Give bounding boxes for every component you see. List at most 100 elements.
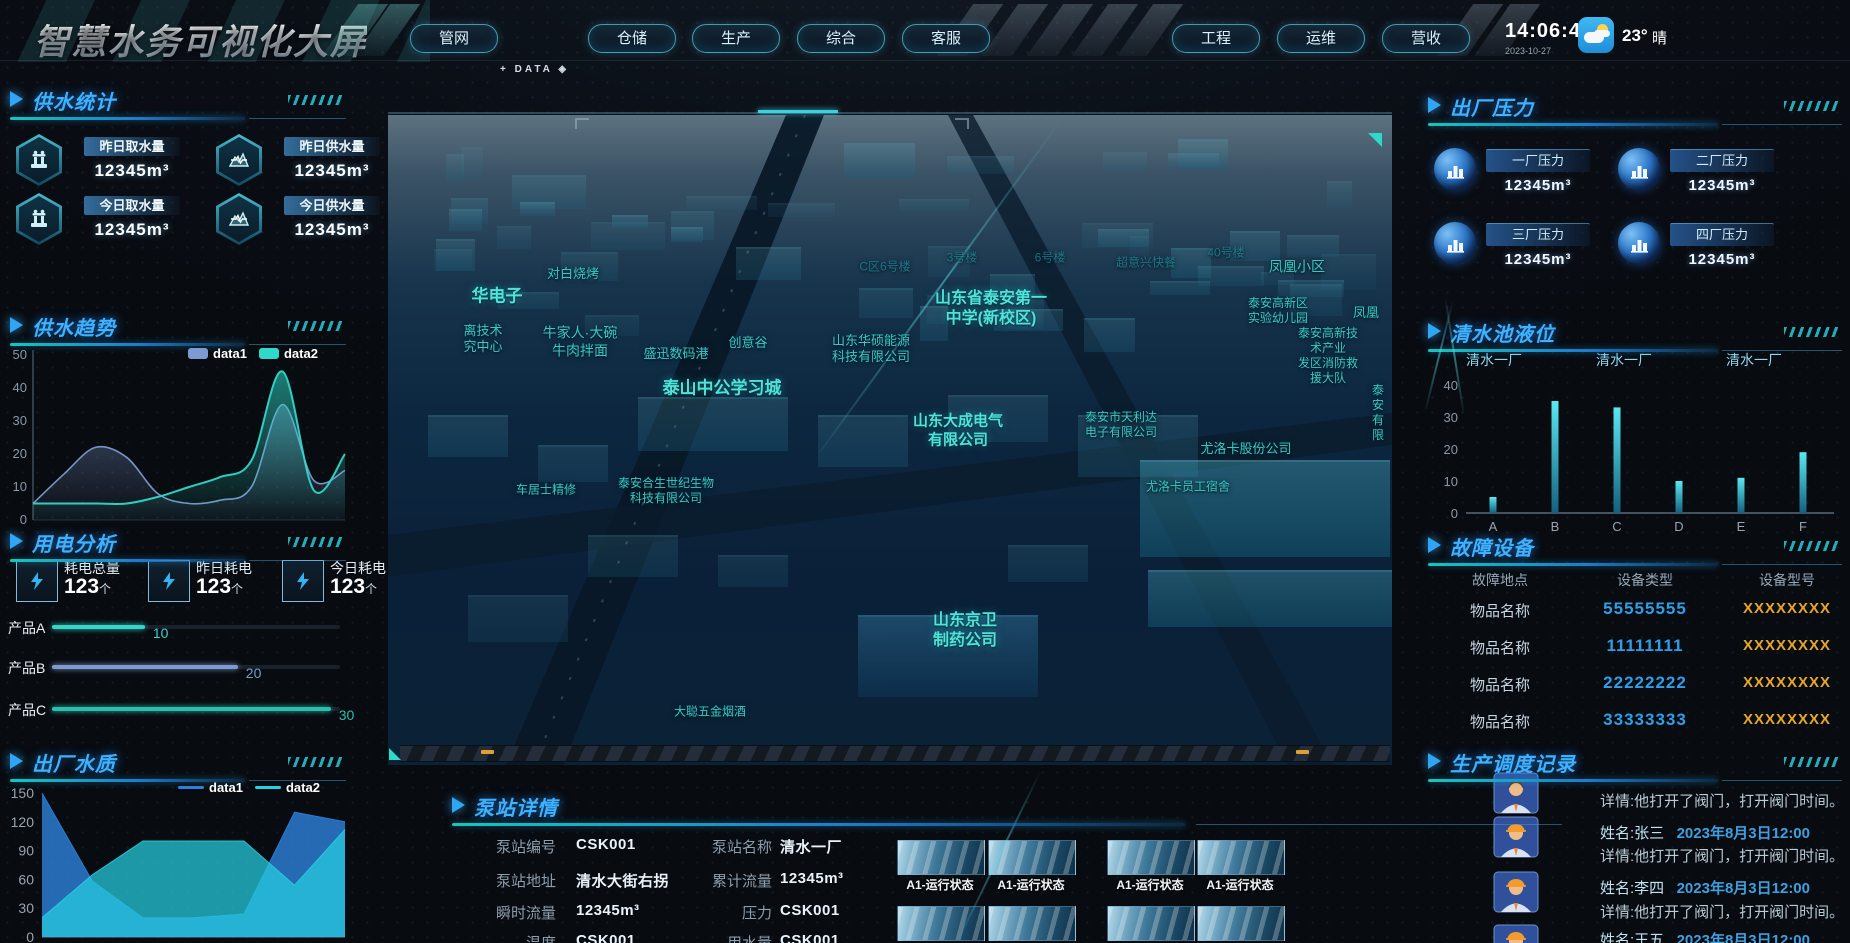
power-stat-value: 123个 xyxy=(64,575,111,599)
map-building xyxy=(588,535,678,577)
map-building xyxy=(1140,460,1390,557)
map-label: 对白烧烤 xyxy=(547,266,599,282)
panel-decor-icon xyxy=(288,95,344,105)
nav-tab-工程[interactable]: 工程 xyxy=(1172,24,1260,53)
power-stat-value: 123个 xyxy=(196,575,243,599)
map-building xyxy=(428,415,508,457)
power-unit: 个 xyxy=(99,582,111,596)
dispatch-detail: 详情:他打开了阀门，打开阀门时间。 xyxy=(1600,901,1844,922)
panel-arrow-icon xyxy=(452,797,465,813)
hazard-orange-dash xyxy=(1296,750,1309,754)
pump-field-value: CSK001 xyxy=(780,902,840,919)
svg-text:0: 0 xyxy=(1451,506,1458,521)
camera-video-thumb[interactable] xyxy=(1197,840,1285,875)
map-label: 凤凰小区 xyxy=(1269,258,1325,276)
product-bar-value: 30 xyxy=(339,707,355,723)
map-building xyxy=(461,147,482,181)
factory-pressure-icon xyxy=(1434,148,1476,190)
map-building xyxy=(497,226,532,249)
nav-tab-管网[interactable]: 管网 xyxy=(410,24,498,53)
map-label: 山东省泰安第一 中学(新校区) xyxy=(935,289,1047,329)
map-label: 泰安高新区 实验幼儿园 xyxy=(1248,296,1308,326)
water-supply-icon xyxy=(216,134,262,186)
fault-model: XXXXXXXX xyxy=(1743,674,1831,691)
map-building xyxy=(468,595,568,642)
pressure-value: 12345m³ xyxy=(1486,177,1590,194)
map-label: 尤洛卡员工宿舍 xyxy=(1146,480,1230,495)
panel-pump-title: 泵站详情 xyxy=(452,792,1562,826)
nav-tab-生产[interactable]: 生产 xyxy=(692,24,780,53)
nav-tab-营收[interactable]: 营收 xyxy=(1382,24,1470,53)
svg-text:30: 30 xyxy=(1444,410,1458,425)
panel-decor-icon xyxy=(1784,327,1840,337)
dispatch-detail: 详情:他打开了阀门，打开阀门时间。 xyxy=(1600,845,1844,866)
map-label: 6号楼 xyxy=(1035,251,1066,266)
camera-video-thumb[interactable] xyxy=(988,840,1076,875)
map-building xyxy=(612,215,648,227)
city-3d-map[interactable]: 华电子对白烧烤离技术 究中心牛家人·大碗 牛肉拌面盛迅数码港创意谷泰山中公学习城… xyxy=(388,115,1392,765)
map-label: 尤洛卡股份公司 xyxy=(1200,441,1291,457)
camera-video-thumb[interactable] xyxy=(897,840,985,875)
stat-label: 今日取水量 xyxy=(84,196,180,215)
product-bar-fill xyxy=(52,625,145,629)
map-label: 华电子 xyxy=(472,285,523,306)
nav-tab-综合[interactable]: 综合 xyxy=(797,24,885,53)
nav-tab-运维[interactable]: 运维 xyxy=(1277,24,1365,53)
map-building xyxy=(1278,280,1344,297)
camera-video-thumb[interactable] xyxy=(1107,840,1195,875)
dispatch-date: 2023年8月3日12:00 xyxy=(1677,822,1810,843)
map-label: 40号楼 xyxy=(1207,246,1244,261)
pressure-value: 12345m³ xyxy=(1670,251,1774,268)
fault-model: XXXXXXXX xyxy=(1743,711,1831,728)
pump-field-label: 温度 xyxy=(436,932,556,943)
power-bolt-icon xyxy=(148,560,190,602)
camera-video-thumb[interactable] xyxy=(1197,906,1285,941)
map-label: 超意兴快餐 xyxy=(1116,256,1176,271)
legend-label: data2 xyxy=(286,780,320,795)
svg-text:120: 120 xyxy=(11,814,35,830)
camera-video-thumb[interactable] xyxy=(1107,906,1195,941)
fault-type: 11111111 xyxy=(1606,636,1683,656)
map-label: 泰安 有限 xyxy=(1371,383,1385,443)
dispatch-name: 姓名:李四 xyxy=(1600,877,1664,898)
power-value: 123 xyxy=(196,575,231,598)
power-bolt-icon xyxy=(282,560,324,602)
map-building xyxy=(1148,570,1392,627)
hazard-orange-dash xyxy=(481,750,494,754)
legend-swatch xyxy=(178,786,204,789)
power-bolt-icon xyxy=(16,560,58,602)
nav-tab-仓储[interactable]: 仓储 xyxy=(588,24,676,53)
camera-video-thumb[interactable] xyxy=(988,906,1076,941)
panel-decor-icon xyxy=(1784,757,1840,767)
pump-field-value: CSK001 xyxy=(780,932,840,943)
map-label: 山东华硕能源 科技有限公司 xyxy=(832,333,910,366)
map-building xyxy=(818,415,908,467)
legend-item: data2 xyxy=(255,780,320,795)
header: 智慧水务可视化大屏 + DATA ◈ 14:06:41 2023-10-27 2… xyxy=(0,0,1850,62)
frame-bracket-icon xyxy=(575,118,589,129)
water-supply-icon xyxy=(216,193,262,245)
power-unit: 个 xyxy=(365,582,377,596)
dispatch-detail: 详情:他打开了阀门，打开阀门时间。 xyxy=(1600,790,1844,811)
fault-col-header: 设备型号 xyxy=(1759,570,1815,590)
stat-value: 12345m³ xyxy=(84,220,180,240)
legend-item: data1 xyxy=(188,346,247,361)
pump-field-value: 清水一厂 xyxy=(780,836,842,857)
stat-value: 12345m³ xyxy=(84,161,180,181)
panel-title: 出厂水质 xyxy=(32,748,116,777)
pump-icon xyxy=(16,193,62,245)
panel-decor-icon xyxy=(288,321,344,331)
panel-arrow-icon xyxy=(1428,537,1441,553)
pump-field-label: 泵站名称 xyxy=(652,836,772,857)
product-bar-label: 产品C xyxy=(8,700,46,720)
svg-text:10: 10 xyxy=(1444,474,1458,489)
nav-tab-客服[interactable]: 客服 xyxy=(902,24,990,53)
pressure-value: 12345m³ xyxy=(1670,177,1774,194)
svg-text:0: 0 xyxy=(26,929,34,943)
map-building xyxy=(1287,235,1339,257)
stat-value: 12345m³ xyxy=(284,161,380,181)
fault-type: 33333333 xyxy=(1603,710,1687,730)
worker-avatar xyxy=(1493,871,1539,913)
map-building xyxy=(1103,152,1147,172)
panel-decor-icon xyxy=(288,757,344,767)
